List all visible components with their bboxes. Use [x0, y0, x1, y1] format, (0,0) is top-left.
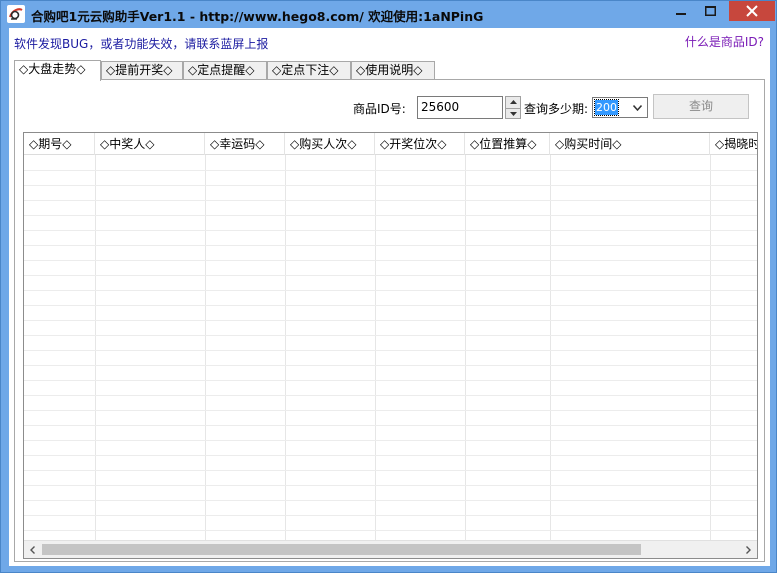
grid-column-line — [710, 155, 711, 540]
minimize-icon — [676, 13, 686, 15]
grid-row-line — [24, 320, 757, 321]
product-id-spinner[interactable] — [505, 96, 521, 119]
tab-early-draw[interactable]: ◇提前开奖◇ — [101, 61, 183, 80]
spin-down-button[interactable] — [506, 108, 520, 118]
grid-row-line — [24, 410, 757, 411]
client-area: 软件发现BUG，或者功能失效，请联系蓝屏上报 什么是商品ID? ◇大盘走势◇ ◇… — [9, 28, 770, 566]
grid-column-line — [205, 155, 206, 540]
grid-row-line — [24, 200, 757, 201]
grid-row-line — [24, 245, 757, 246]
grid-column-line — [550, 155, 551, 540]
grid-row-line — [24, 290, 757, 291]
grid-row-line — [24, 440, 757, 441]
close-button[interactable] — [729, 1, 775, 21]
tab-panel-market-trend: 商品ID号: 25600 查询多少期: 200 查询 ◇期号◇ ◇中奖人◇ ◇幸… — [14, 79, 765, 562]
dropdown-button[interactable] — [629, 99, 646, 116]
grid-row-line — [24, 485, 757, 486]
periods-selected-value: 200 — [594, 99, 619, 116]
query-button[interactable]: 查询 — [653, 94, 749, 119]
grid-row-line — [24, 260, 757, 261]
grid-row-line — [24, 425, 757, 426]
chevron-right-icon — [746, 545, 751, 554]
spin-up-button[interactable] — [506, 97, 520, 107]
grid-row-line — [24, 470, 757, 471]
grid-row-line — [24, 350, 757, 351]
product-id-input[interactable]: 25600 — [417, 96, 503, 119]
close-icon — [746, 5, 758, 17]
grid-row-line — [24, 185, 757, 186]
column-header-winner[interactable]: ◇中奖人◇ — [95, 133, 205, 155]
bug-report-notice: 软件发现BUG，或者功能失效，请联系蓝屏上报 — [14, 37, 269, 51]
window-title: 合购吧1元云购助手Ver1.1 - http://www.hego8.com/ … — [31, 9, 484, 24]
grid-row-line — [24, 275, 757, 276]
column-header-lucky-code[interactable]: ◇幸运码◇ — [205, 133, 285, 155]
minimize-button[interactable] — [665, 1, 697, 21]
grid-column-line — [375, 155, 376, 540]
maximize-icon — [704, 6, 716, 16]
grid-row-line — [24, 515, 757, 516]
maximize-button[interactable] — [694, 1, 726, 21]
app-window: 合购吧1元云购助手Ver1.1 - http://www.hego8.com/ … — [0, 0, 777, 573]
grid-row-line — [24, 365, 757, 366]
grid-row-line — [24, 335, 757, 336]
table-header: ◇期号◇ ◇中奖人◇ ◇幸运码◇ ◇购买人次◇ ◇开奖位次◇ ◇位置推算◇ ◇购… — [24, 133, 757, 155]
column-header-purchase-time[interactable]: ◇购买时间◇ — [550, 133, 710, 155]
periods-label: 查询多少期: — [524, 102, 589, 116]
grid-column-line — [95, 155, 96, 540]
tab-usage-guide[interactable]: ◇使用说明◇ — [351, 61, 435, 80]
column-header-position-calc[interactable]: ◇位置推算◇ — [465, 133, 550, 155]
scroll-right-button[interactable] — [740, 541, 757, 558]
tab-fixed-bet[interactable]: ◇定点下注◇ — [267, 61, 351, 80]
results-table[interactable]: ◇期号◇ ◇中奖人◇ ◇幸运码◇ ◇购买人次◇ ◇开奖位次◇ ◇位置推算◇ ◇购… — [23, 132, 758, 559]
chevron-down-icon — [633, 104, 642, 111]
grid-row-line — [24, 530, 757, 531]
chevron-left-icon — [30, 545, 35, 554]
product-id-label: 商品ID号: — [353, 102, 406, 116]
arrow-up-icon — [509, 100, 517, 104]
title-bar[interactable]: 合购吧1元云购助手Ver1.1 - http://www.hego8.com/ … — [1, 1, 776, 27]
periods-select[interactable]: 200 — [592, 97, 648, 118]
grid-row-line — [24, 305, 757, 306]
product-id-help-link[interactable]: 什么是商品ID? — [685, 33, 764, 50]
column-header-period[interactable]: ◇期号◇ — [24, 133, 95, 155]
tab-market-trend[interactable]: ◇大盘走势◇ — [14, 60, 101, 81]
scroll-left-button[interactable] — [24, 541, 41, 558]
scroll-thumb[interactable] — [42, 544, 641, 555]
column-header-purchase-count[interactable]: ◇购买人次◇ — [285, 133, 375, 155]
horizontal-scrollbar[interactable] — [24, 540, 757, 558]
grid-row-line — [24, 395, 757, 396]
grid-row-line — [24, 455, 757, 456]
tab-fixed-reminder[interactable]: ◇定点提醒◇ — [183, 61, 267, 80]
table-body[interactable] — [24, 155, 757, 540]
grid-row-line — [24, 500, 757, 501]
grid-row-line — [24, 170, 757, 171]
grid-column-line — [465, 155, 466, 540]
column-header-reveal-time[interactable]: ◇揭晓时间◇ — [710, 133, 757, 155]
grid-row-line — [24, 215, 757, 216]
app-logo-icon — [7, 5, 25, 23]
column-header-draw-position[interactable]: ◇开奖位次◇ — [375, 133, 465, 155]
grid-row-line — [24, 380, 757, 381]
grid-row-line — [24, 230, 757, 231]
grid-column-line — [285, 155, 286, 540]
arrow-down-icon — [509, 111, 517, 116]
